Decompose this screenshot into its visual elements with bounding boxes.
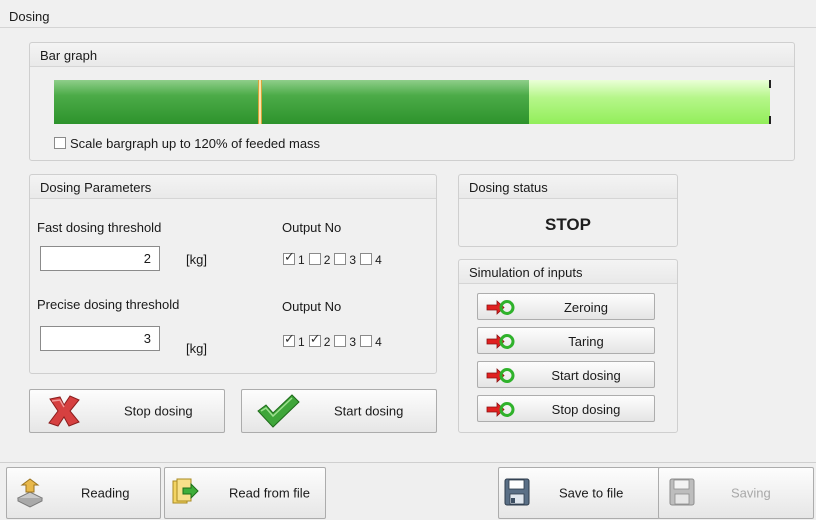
- reading-icon: [16, 478, 44, 508]
- fast-output-4[interactable]: 4: [360, 253, 382, 267]
- fast-output-1-label: 1: [298, 253, 305, 267]
- reading-label: Reading: [81, 485, 130, 501]
- fast-output-label: Output No: [282, 220, 342, 235]
- input-arrow-icon: [486, 402, 515, 417]
- precise-threshold-label: Precise dosing threshold: [37, 297, 180, 312]
- scale-bargraph-checkbox[interactable]: [54, 137, 66, 149]
- simulate-stop-dosing-label: Stop dosing: [551, 402, 621, 417]
- precise-output-checkboxes: 1 2 3 4: [283, 332, 386, 349]
- fast-output-1[interactable]: 1: [283, 250, 305, 267]
- fast-threshold-unit: [kg]: [186, 252, 207, 267]
- dosing-parameters-title: Dosing Parameters: [30, 175, 436, 199]
- bar-graph-title: Bar graph: [30, 43, 794, 67]
- save-to-file-label: Save to file: [559, 485, 624, 501]
- bar-graph-dark-fill: [54, 80, 529, 124]
- bar-graph-end-tick-top: [769, 80, 771, 88]
- simulate-start-dosing-button[interactable]: Start dosing: [477, 361, 655, 388]
- stop-dosing-label: Stop dosing: [124, 403, 193, 419]
- save-to-file-button[interactable]: Save to file: [498, 467, 660, 519]
- dosing-status-value: STOP: [545, 215, 591, 234]
- cross-icon: [48, 395, 80, 427]
- precise-output-1-checkbox[interactable]: [283, 332, 295, 347]
- check-icon: [257, 394, 300, 428]
- bar-graph-track: [54, 80, 771, 124]
- simulation-group: Simulation of inputs Zeroing Taring Start …: [458, 259, 678, 433]
- simulate-taring-button[interactable]: Taring: [477, 327, 655, 354]
- bar-graph-marker: [258, 80, 262, 124]
- precise-output-3[interactable]: 3: [334, 335, 356, 349]
- precise-threshold-input[interactable]: 3: [40, 326, 160, 351]
- precise-output-3-label: 3: [349, 335, 357, 349]
- bar-graph-end-tick-bottom: [769, 116, 771, 124]
- read-from-file-label: Read from file: [229, 485, 310, 501]
- precise-output-4-checkbox[interactable]: [360, 335, 373, 347]
- fast-output-checkboxes: 1 2 3 4: [283, 250, 386, 267]
- saving-button[interactable]: Saving: [658, 467, 814, 519]
- fast-output-3-label: 3: [349, 253, 357, 267]
- save-icon: [504, 478, 530, 506]
- start-dosing-button[interactable]: Start dosing: [241, 389, 437, 433]
- fast-output-2-label: 2: [323, 253, 331, 267]
- fast-output-2[interactable]: 2: [308, 253, 331, 267]
- precise-output-2-checkbox[interactable]: [308, 332, 321, 347]
- window-title: Dosing: [0, 0, 816, 28]
- simulate-zeroing-button[interactable]: Zeroing: [477, 293, 655, 320]
- dosing-parameters-group: Dosing Parameters Fast dosing threshold …: [29, 174, 437, 374]
- fast-output-3-checkbox[interactable]: [334, 253, 347, 265]
- precise-output-2-label: 2: [323, 335, 331, 349]
- stop-dosing-button[interactable]: Stop dosing: [29, 389, 225, 433]
- precise-output-1[interactable]: 1: [283, 332, 305, 349]
- precise-output-1-label: 1: [298, 335, 305, 349]
- fast-threshold-input[interactable]: 2: [40, 246, 160, 271]
- dosing-status-group: Dosing status STOP: [458, 174, 678, 247]
- reading-button[interactable]: Reading: [6, 467, 161, 519]
- precise-output-4-label: 4: [375, 335, 382, 349]
- bar-graph-group: Bar graph Scale bargraph up to 120% of f…: [29, 42, 795, 161]
- read-from-file-button[interactable]: Read from file: [164, 467, 326, 519]
- simulate-taring-label: Taring: [568, 334, 604, 349]
- input-arrow-icon: [486, 300, 515, 315]
- precise-output-3-checkbox[interactable]: [334, 335, 347, 347]
- dosing-status-title: Dosing status: [459, 175, 677, 199]
- start-dosing-label: Start dosing: [334, 403, 404, 419]
- saving-icon: [669, 478, 695, 506]
- simulate-start-dosing-label: Start dosing: [551, 368, 621, 383]
- fast-output-2-checkbox[interactable]: [308, 253, 321, 265]
- simulate-zeroing-label: Zeroing: [563, 300, 609, 315]
- simulate-stop-dosing-button[interactable]: Stop dosing: [477, 395, 655, 422]
- precise-output-4[interactable]: 4: [360, 335, 382, 349]
- simulation-title: Simulation of inputs: [459, 260, 677, 284]
- input-arrow-icon: [486, 334, 515, 349]
- input-arrow-icon: [486, 368, 515, 383]
- read-from-file-icon: [172, 478, 199, 504]
- fast-output-4-label: 4: [375, 253, 382, 267]
- fast-output-1-checkbox[interactable]: [283, 250, 295, 265]
- fast-threshold-label: Fast dosing threshold: [37, 220, 162, 235]
- scale-bargraph-checkbox-row[interactable]: Scale bargraph up to 120% of feeded mass: [54, 136, 320, 151]
- scale-bargraph-label: Scale bargraph up to 120% of feeded mass: [70, 136, 321, 151]
- saving-label: Saving: [731, 485, 771, 501]
- precise-threshold-unit: [kg]: [186, 341, 207, 356]
- fast-output-3[interactable]: 3: [334, 253, 356, 267]
- precise-output-2[interactable]: 2: [308, 332, 331, 349]
- fast-output-4-checkbox[interactable]: [360, 253, 373, 265]
- precise-output-label: Output No: [282, 299, 342, 314]
